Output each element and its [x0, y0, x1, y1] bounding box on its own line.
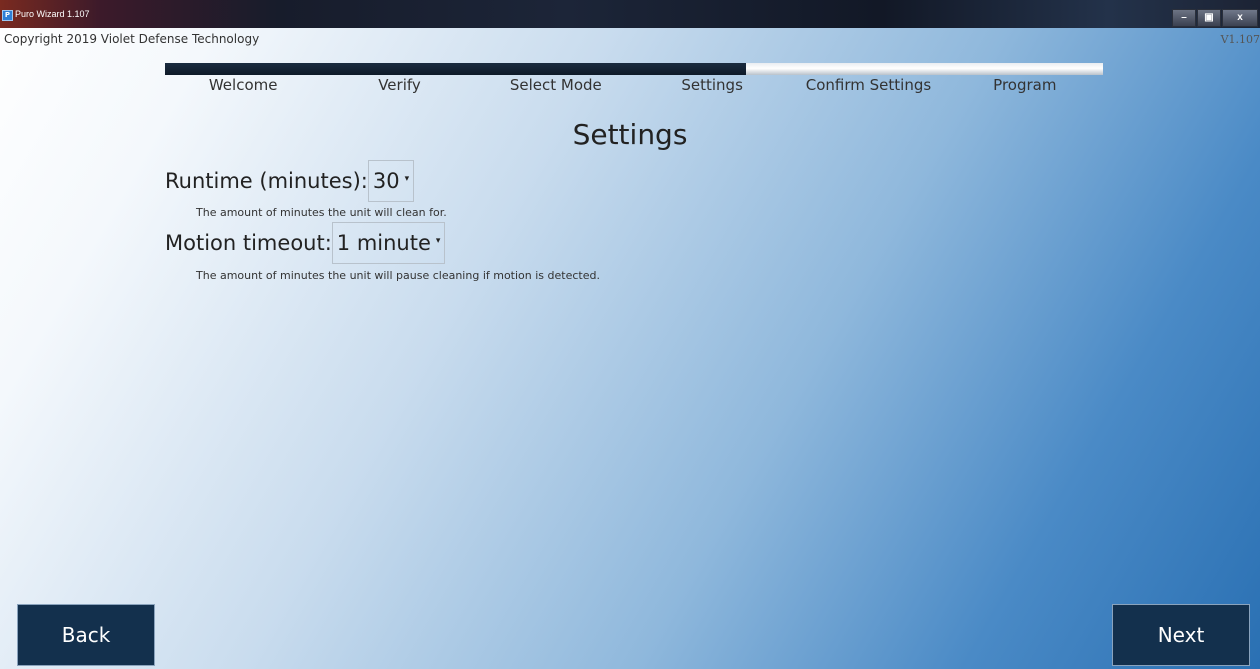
app-icon: P — [2, 10, 13, 21]
step-verify: Verify — [378, 76, 421, 94]
wizard-steps: Welcome Verify Select Mode Settings Conf… — [165, 76, 1103, 98]
back-button[interactable]: Back — [17, 604, 155, 666]
motion-timeout-label: Motion timeout: — [165, 231, 332, 255]
step-welcome: Welcome — [208, 76, 278, 94]
motion-timeout-value: 1 minute — [336, 231, 431, 255]
motion-timeout-row: Motion timeout: 1 minute ▾ — [165, 222, 446, 264]
runtime-label: Runtime (minutes): — [165, 169, 368, 193]
wizard-progress-fill — [165, 63, 746, 75]
wizard-progress-bar — [165, 63, 1103, 75]
step-confirm-settings: Confirm Settings — [805, 76, 932, 94]
step-settings: Settings — [681, 76, 743, 94]
window-title: Puro Wizard 1.107 — [15, 9, 90, 19]
step-select-mode: Select Mode — [509, 76, 602, 94]
restore-icon[interactable]: ▣ — [1197, 9, 1221, 27]
page-title: Settings — [572, 118, 688, 151]
runtime-hint: The amount of minutes the unit will clea… — [196, 206, 447, 219]
step-program: Program — [993, 76, 1057, 94]
window-titlebar: P Puro Wizard 1.107 – ▣ x — [0, 0, 1260, 28]
runtime-value: 30 — [372, 169, 400, 193]
runtime-row: Runtime (minutes): 30 ▾ — [165, 160, 415, 202]
motion-timeout-dropdown[interactable]: 1 minute ▾ — [331, 222, 446, 264]
copyright-text: Copyright 2019 Violet Defense Technology — [4, 32, 260, 46]
runtime-dropdown[interactable]: 30 ▾ — [367, 160, 415, 202]
chevron-down-icon: ▾ — [404, 174, 410, 184]
version-label: V1.107 — [1220, 33, 1260, 46]
close-icon[interactable]: x — [1222, 9, 1258, 27]
motion-timeout-hint: The amount of minutes the unit will paus… — [196, 269, 600, 282]
next-button[interactable]: Next — [1112, 604, 1250, 666]
chevron-down-icon: ▾ — [435, 236, 441, 246]
minimize-icon[interactable]: – — [1172, 9, 1196, 27]
window-controls: – ▣ x — [1172, 9, 1258, 27]
